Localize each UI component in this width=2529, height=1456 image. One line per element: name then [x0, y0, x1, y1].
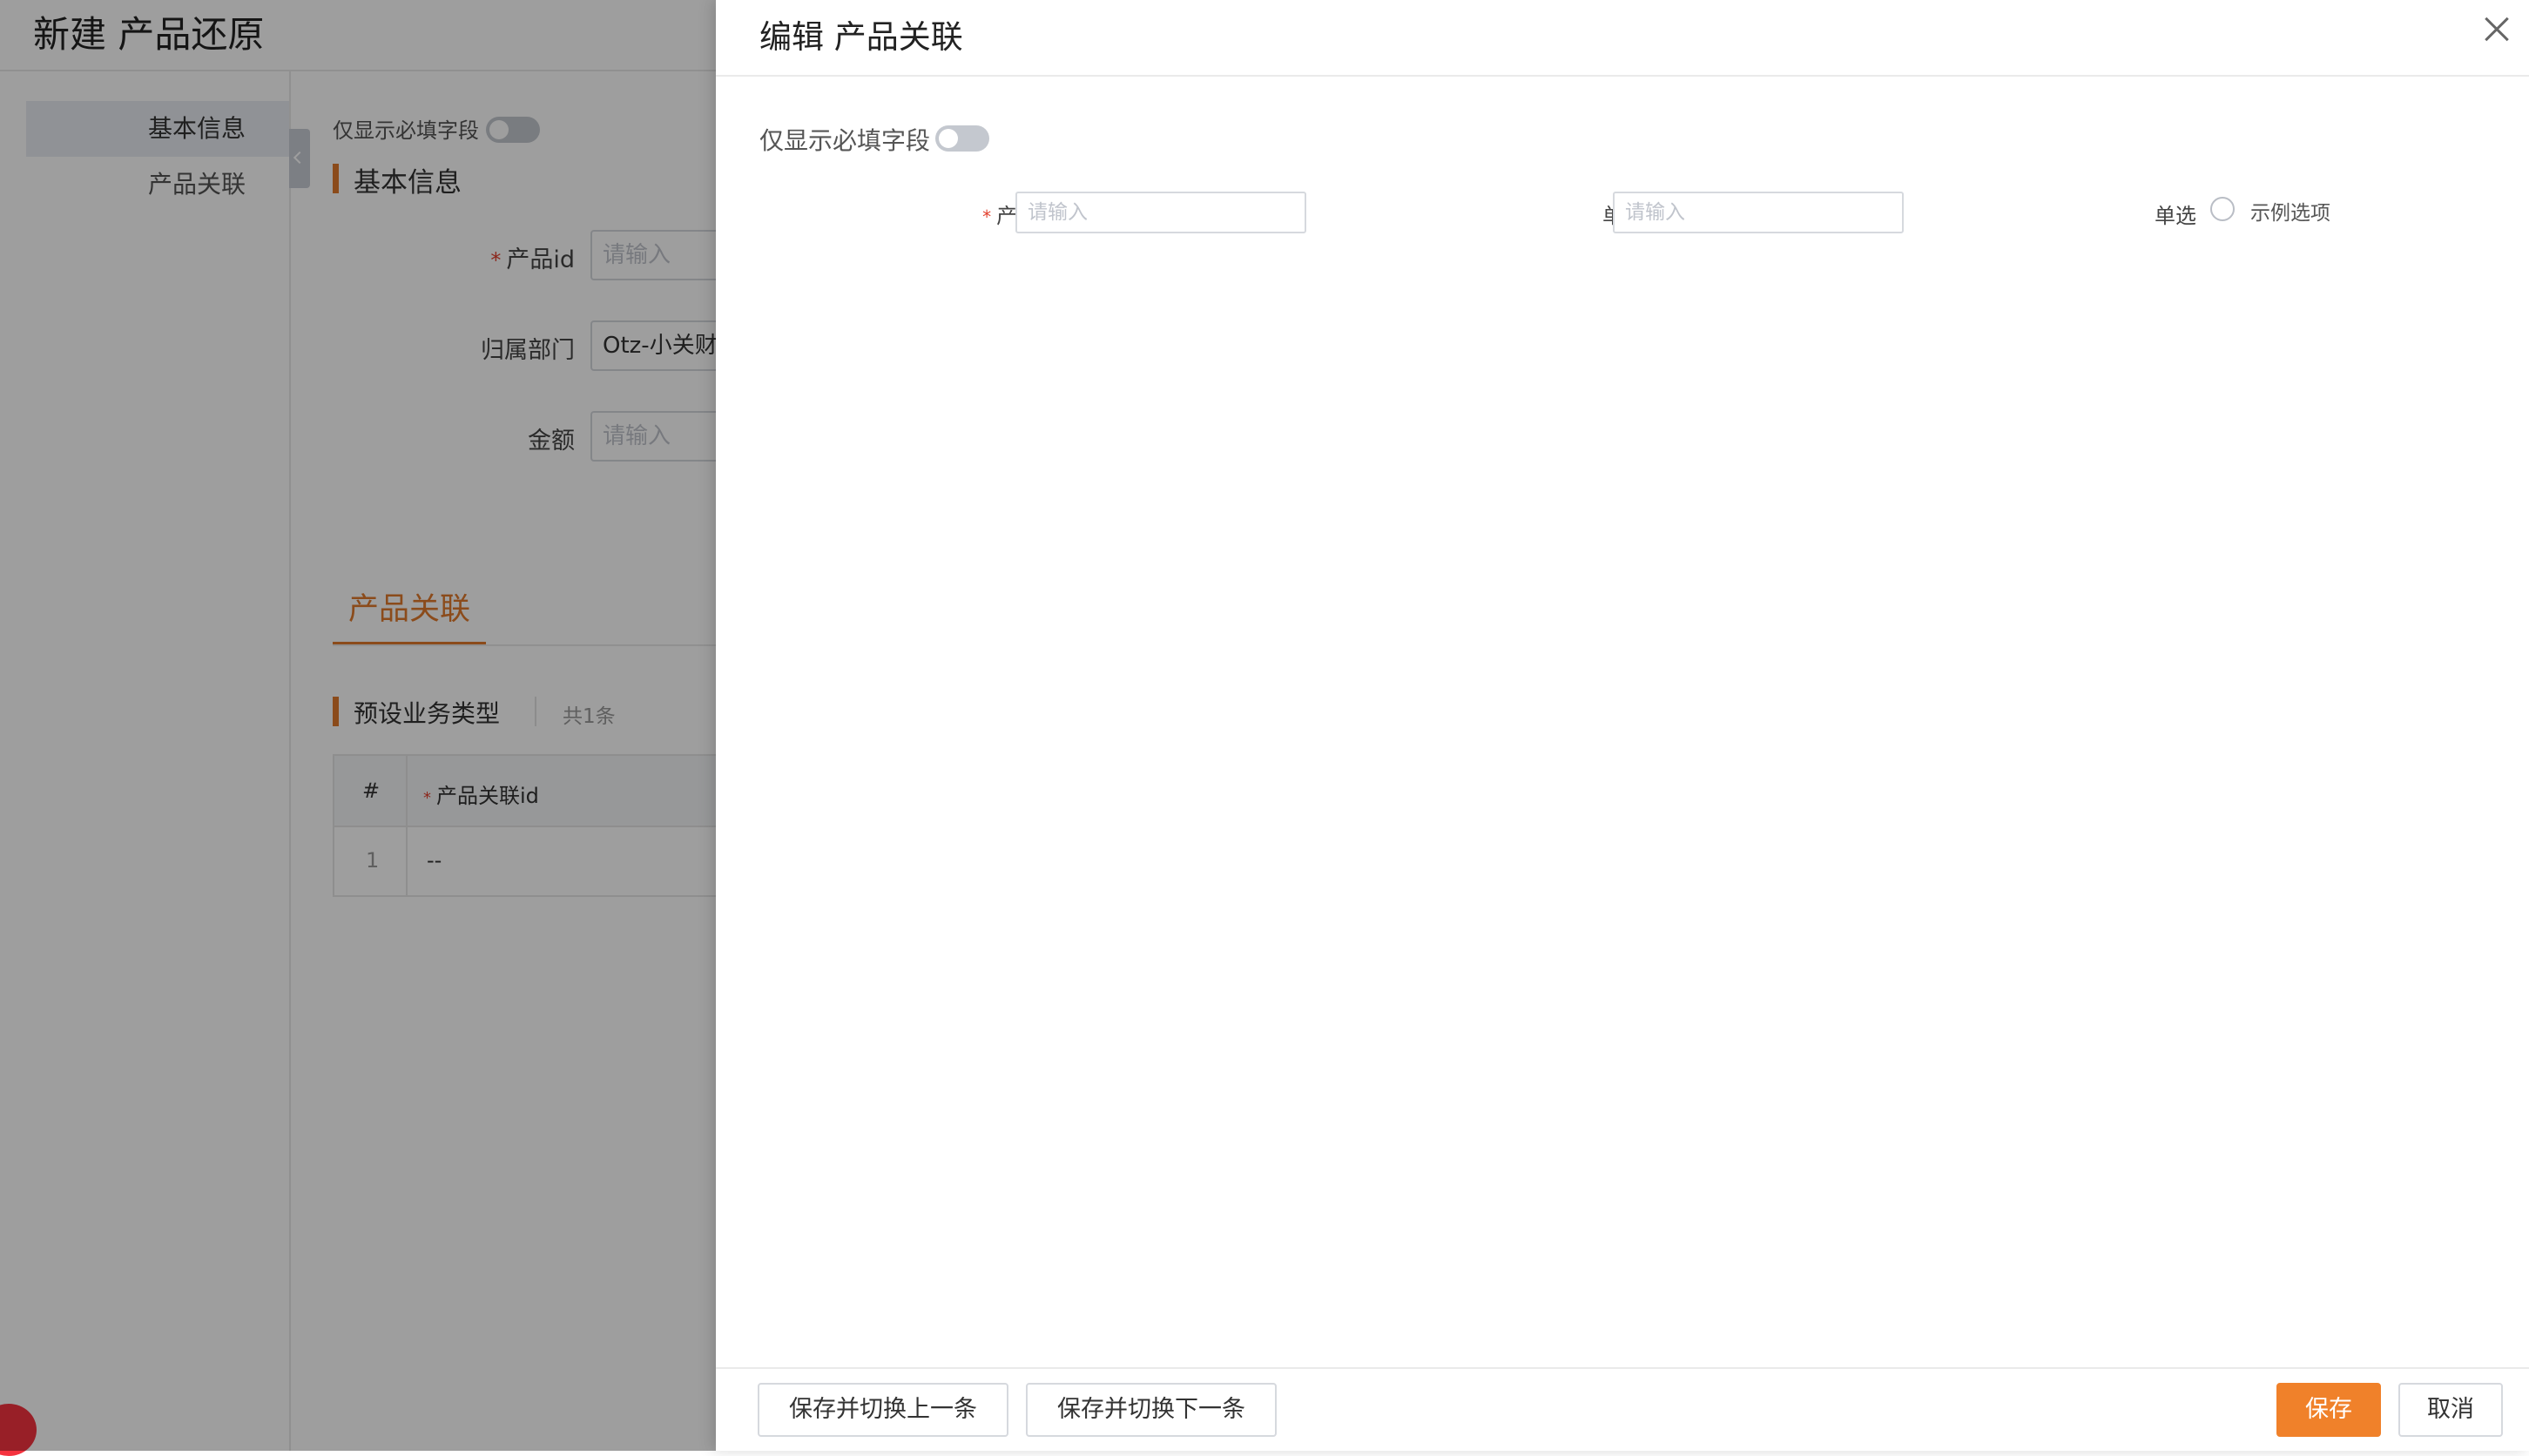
drawer-required-only-label: 仅显示必填字段 — [759, 126, 931, 155]
edit-drawer: 编辑 产品关联 仅显示必填字段 *产品关联id 单行文本 单选 示例选项 保存并… — [716, 0, 2529, 1451]
cancel-button[interactable]: 取消 — [2398, 1383, 2503, 1437]
save-button[interactable]: 保存 — [2276, 1383, 2381, 1437]
radio-option[interactable] — [2210, 197, 2235, 221]
radio-option-label[interactable]: 示例选项 — [2250, 196, 2330, 226]
drawer-title: 编辑 产品关联 — [759, 18, 963, 56]
product-link-id-input[interactable] — [1015, 192, 1306, 233]
single-line-text-input[interactable] — [1613, 192, 1904, 233]
drawer-required-only-toggle[interactable] — [935, 125, 989, 152]
drawer-header: 编辑 产品关联 — [716, 0, 2529, 77]
close-icon[interactable] — [2478, 12, 2513, 47]
save-and-prev-button[interactable]: 保存并切换上一条 — [758, 1383, 1008, 1437]
field-label-single-choice: 单选 — [2155, 204, 2196, 228]
save-and-next-button[interactable]: 保存并切换下一条 — [1026, 1383, 1277, 1437]
